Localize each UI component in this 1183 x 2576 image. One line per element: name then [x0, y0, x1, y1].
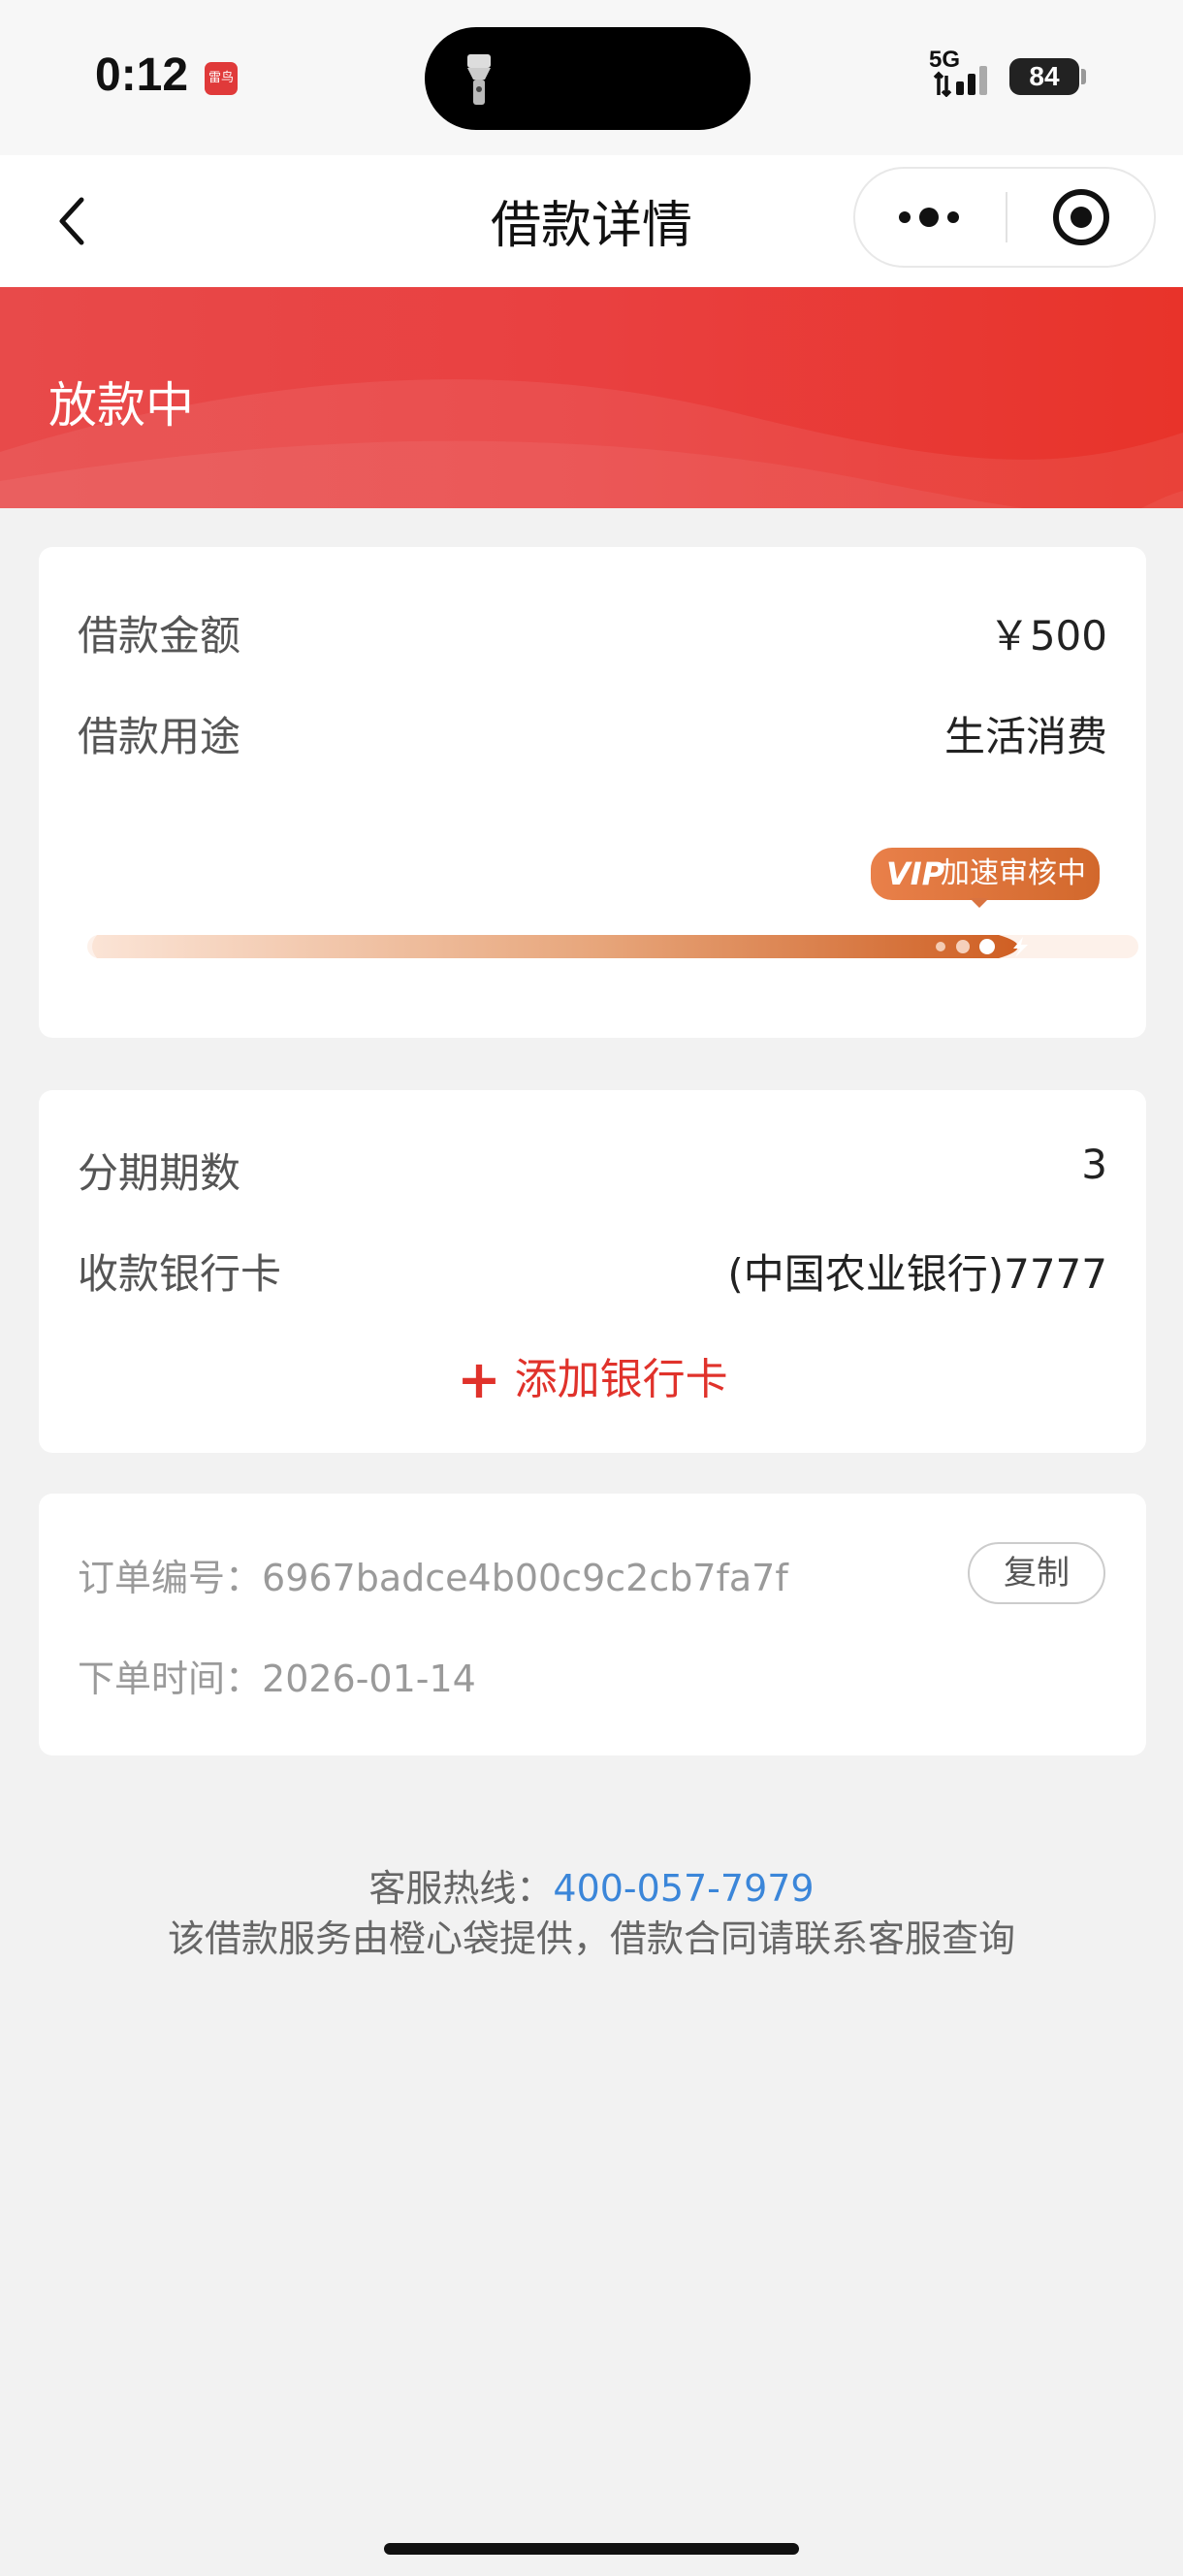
hotline-label: 客服热线： — [368, 1867, 554, 1910]
vip-badge-pointer — [970, 898, 989, 908]
receiving-card-label: 收款银行卡 — [78, 1250, 282, 1298]
signal-icon — [933, 66, 987, 97]
installment-info-card: 分期期数 3 收款银行卡 (中国农业银行)7777 + 添加银行卡 — [39, 1090, 1146, 1453]
hotline-number-link[interactable]: 400-057-7979 — [553, 1867, 814, 1910]
order-number-row: 订单编号：6967badce4b00c9c2cb7fa7f — [78, 1548, 788, 1601]
nav-bar: 借款详情 — [0, 155, 1183, 287]
status-bar: 0:12 雷鸟 5G 84 — [0, 0, 1183, 155]
installment-periods-value: 3 — [1081, 1141, 1107, 1188]
vip-badge-label: 加速审核中 — [941, 856, 1086, 890]
loan-amount-label: 借款金额 — [78, 612, 241, 660]
target-circle-icon — [1053, 189, 1109, 245]
order-number-label: 订单编号： — [78, 1557, 263, 1599]
loan-purpose-value: 生活消费 — [943, 713, 1107, 760]
add-bank-card-button[interactable]: + 添加银行卡 — [39, 1344, 1146, 1410]
installment-periods-label: 分期期数 — [78, 1149, 241, 1197]
add-bank-card-label: 添加银行卡 — [514, 1355, 728, 1404]
battery-nub — [1081, 69, 1086, 84]
loan-amount-value: ￥500 — [988, 612, 1107, 660]
dynamic-island — [425, 27, 751, 130]
order-info-card: 订单编号：6967badce4b00c9c2cb7fa7f 复制 下单时间：20… — [39, 1494, 1146, 1755]
loan-purpose-label: 借款用途 — [78, 713, 241, 760]
battery-icon: 84 — [1009, 58, 1079, 95]
status-banner: 放款中 — [0, 287, 1183, 508]
vip-review-badge: VIP 加速审核中 — [871, 848, 1100, 900]
close-miniprogram-button[interactable] — [1008, 169, 1154, 266]
capsule-divider — [1006, 192, 1007, 242]
hotline-line: 客服热线：400-057-7979 — [0, 1858, 1183, 1912]
service-notice: 该借款服务由橙心袋提供，借款合同请联系客服查询 — [167, 1917, 1015, 1960]
home-indicator[interactable] — [384, 2543, 799, 2555]
order-time-value: 2026-01-14 — [262, 1658, 476, 1700]
more-button[interactable] — [855, 169, 1005, 266]
order-time-row: 下单时间：2026-01-14 — [78, 1649, 476, 1702]
loan-status-title: 放款中 — [48, 377, 194, 434]
order-time-label: 下单时间： — [78, 1658, 263, 1700]
flashlight-icon — [467, 54, 491, 105]
receiving-card-value: (中国农业银行)7777 — [727, 1250, 1107, 1298]
review-progress-bar — [87, 935, 1138, 958]
status-time: 0:12 — [95, 49, 189, 101]
copy-order-number-button[interactable]: 复制 — [968, 1542, 1105, 1604]
app-badge-icon: 雷鸟 — [205, 62, 238, 95]
order-number-value: 6967badce4b00c9c2cb7fa7f — [262, 1557, 788, 1599]
miniprogram-capsule — [853, 167, 1156, 268]
vip-badge-prefix: VIP — [886, 855, 945, 892]
loan-info-card: 借款金额 ￥500 借款用途 生活消费 VIP 加速审核中 — [39, 547, 1146, 1038]
plus-icon: + — [457, 1349, 501, 1410]
more-dots-icon — [899, 208, 959, 227]
